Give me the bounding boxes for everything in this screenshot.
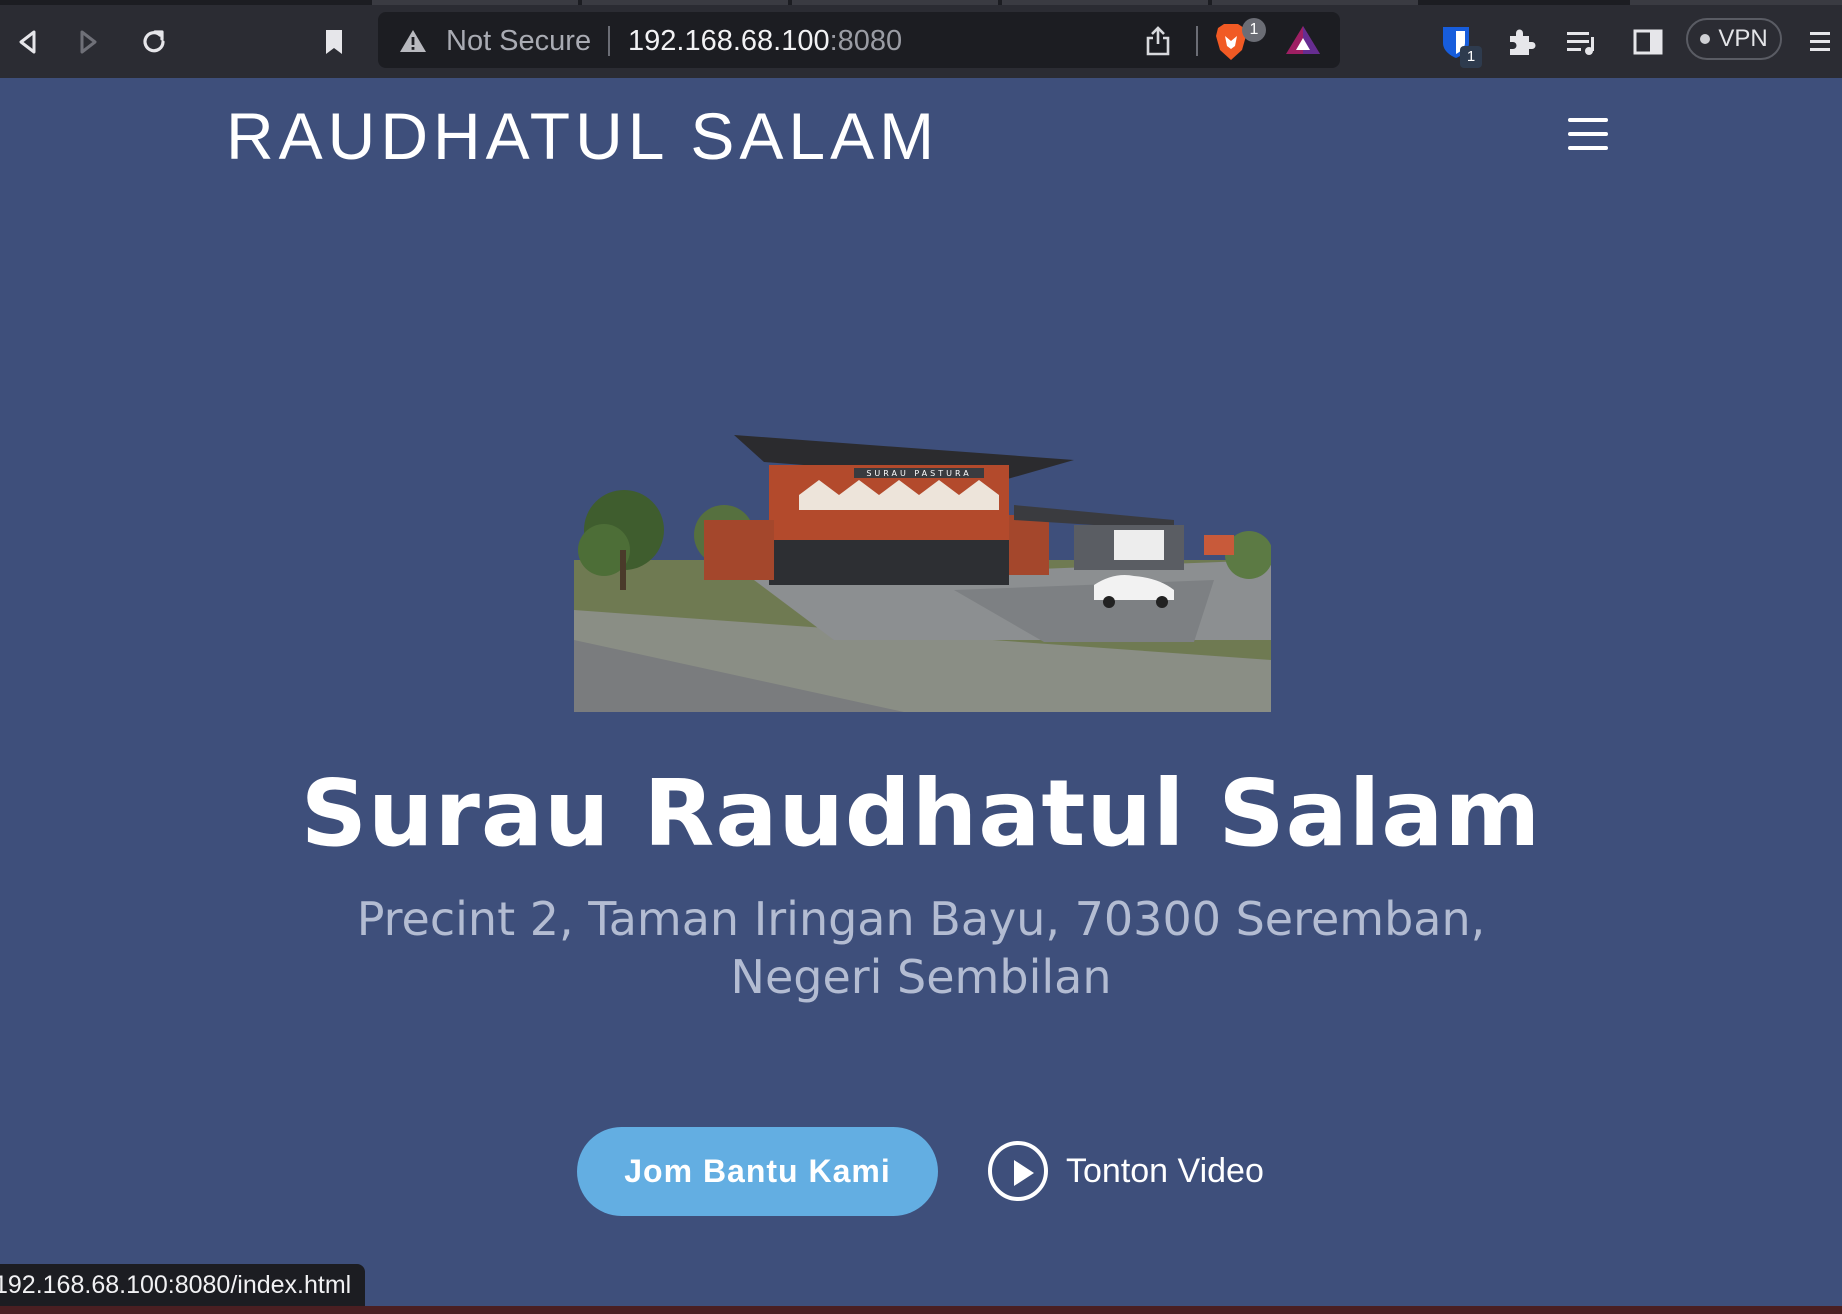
url-port: :8080 <box>829 25 903 57</box>
security-label[interactable]: Not Secure <box>446 25 591 58</box>
menu-icon <box>1810 32 1830 51</box>
surau-building-illustration: SURAU PASTURA <box>574 410 1271 712</box>
donate-button[interactable]: Jom Bantu Kami <box>577 1127 938 1216</box>
url-text[interactable]: 192.168.68.100:8080 <box>628 25 902 58</box>
hero-title: Surau Raudhatul Salam <box>300 760 1542 867</box>
hamburger-bar <box>1568 146 1608 150</box>
extensions-button[interactable] <box>1500 22 1540 62</box>
warning-icon[interactable] <box>398 28 428 54</box>
vpn-status-dot <box>1700 34 1711 44</box>
watch-video-link[interactable]: Tonton Video <box>988 1139 1264 1203</box>
reload-icon <box>143 30 165 53</box>
window-bottom-edge <box>0 1306 1842 1314</box>
hero-address: Precint 2, Taman Iringan Bayu, 70300 Ser… <box>356 892 1486 1004</box>
forward-button[interactable] <box>68 22 108 62</box>
playlist-button[interactable] <box>1562 22 1602 62</box>
address-divider <box>608 26 610 56</box>
forward-icon <box>80 30 97 54</box>
bat-rewards-icon[interactable] <box>1284 24 1322 56</box>
tab-indicator[interactable] <box>1002 0 1208 5</box>
sidebar-button[interactable] <box>1628 22 1668 62</box>
brave-shield-count-badge: 1 <box>1242 18 1266 42</box>
watch-video-label: Tonton Video <box>1066 1151 1264 1190</box>
browser-menu-button[interactable] <box>1800 22 1836 62</box>
address-divider <box>1196 26 1198 56</box>
back-icon <box>19 30 36 54</box>
back-button[interactable] <box>8 22 48 62</box>
tab-indicator[interactable] <box>372 0 578 5</box>
tab-strip <box>0 0 1842 5</box>
nav-menu-button[interactable] <box>1568 116 1612 152</box>
playlist-icon <box>1567 32 1594 55</box>
hamburger-bar <box>1568 118 1608 122</box>
reload-button[interactable] <box>134 22 174 62</box>
url-host: 192.168.68.100 <box>628 25 830 57</box>
browser-toolbar: Not Secure 192.168.68.100:8080 1 1 VPN <box>0 0 1842 78</box>
tab-indicator[interactable] <box>792 0 998 5</box>
extensions-icon <box>1510 29 1536 55</box>
tab-indicator[interactable] <box>1212 0 1418 5</box>
bitwarden-count-badge: 1 <box>1460 46 1482 68</box>
hero-image: SURAU PASTURA <box>574 410 1271 712</box>
tab-indicator[interactable] <box>582 0 788 5</box>
building-sign: SURAU PASTURA <box>866 469 971 478</box>
play-icon <box>988 1141 1048 1201</box>
bookmark-button[interactable] <box>314 22 354 62</box>
tab-indicator[interactable] <box>1630 0 1842 5</box>
sidebar-icon <box>1633 29 1663 55</box>
hamburger-bar <box>1568 132 1608 136</box>
share-icon[interactable] <box>1144 26 1172 56</box>
site-brand[interactable]: RAUDHATUL SALAM <box>226 98 939 174</box>
link-status-bar: 192.168.68.100:8080/index.html <box>0 1264 366 1306</box>
address-bar[interactable]: Not Secure 192.168.68.100:8080 1 <box>378 12 1340 68</box>
bookmark-icon <box>326 30 342 54</box>
vpn-label: VPN <box>1718 25 1768 52</box>
vpn-button[interactable]: VPN <box>1686 18 1782 60</box>
